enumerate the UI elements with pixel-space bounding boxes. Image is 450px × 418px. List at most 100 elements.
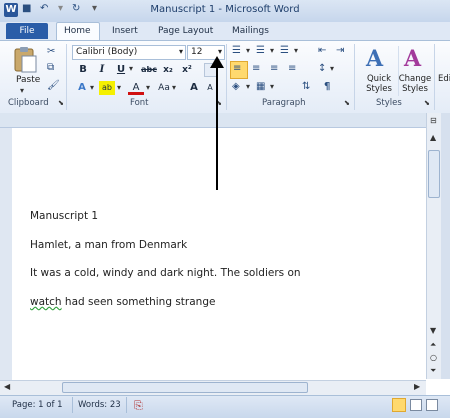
align-left-icon: ≡ [233,63,242,74]
highlight-icon[interactable]: ab [99,81,115,95]
clipboard-launcher-icon[interactable]: ⬊ [58,99,64,107]
status-divider [126,397,127,413]
change-case-dropdown-icon[interactable]: ▾ [172,83,176,92]
paste-icon[interactable] [12,46,38,74]
group-divider [66,44,67,110]
highlight-dropdown-icon[interactable]: ▾ [117,83,121,92]
next-page-icon[interactable]: ⏷ [430,366,436,376]
font-size-dropdown-icon[interactable]: ▾ [218,47,222,56]
tab-mailings[interactable]: Mailings [232,26,269,36]
tab-page-layout[interactable]: Page Layout [158,26,213,36]
svg-text:A: A [403,46,422,72]
numbering-dropdown-icon[interactable]: ▾ [270,46,274,55]
paste-dropdown-icon[interactable]: ▾ [20,86,24,95]
borders-dropdown-icon[interactable]: ▾ [270,82,274,91]
status-bar [0,395,450,418]
underline-button[interactable]: U [114,63,128,77]
copy-icon[interactable]: ⧉ [47,62,54,73]
justify-icon[interactable]: ≡ [288,63,296,74]
print-layout-view-icon[interactable] [392,398,406,412]
scroll-left-icon[interactable]: ◀ [4,382,10,391]
change-case-button[interactable]: Aa [156,81,172,95]
font-name-value: Calibri (Body) [76,47,138,57]
styles-launcher-icon[interactable]: ⬊ [424,99,430,107]
decrease-indent-icon[interactable]: ⇤ [318,45,326,56]
font-name-dropdown-icon[interactable]: ▾ [179,47,183,56]
subscript-button[interactable]: x₂ [161,63,175,77]
window-edge [441,113,450,379]
document-gutter [0,128,12,380]
quick-styles-icon[interactable]: A [364,44,388,72]
group-divider [354,44,355,110]
window-title: Manuscript 1 - Microsoft Word [150,4,300,15]
tab-insert[interactable]: Insert [112,26,138,36]
paragraph-launcher-icon[interactable]: ⬊ [344,99,350,107]
strikethrough-button[interactable]: abc [140,63,158,77]
font-name-box[interactable]: Calibri (Body) ▾ [72,45,186,60]
paragraph-group-label: Paragraph [262,98,306,108]
superscript-button[interactable]: x² [180,63,194,77]
numbering-icon[interactable]: ☰ [256,45,265,56]
browse-object-icon[interactable]: ○ [430,353,437,362]
document-line: watch had seen something strange [30,296,215,308]
font-color-icon[interactable]: A [128,81,144,95]
horizontal-scroll-thumb[interactable] [62,382,308,393]
paste-label[interactable]: Paste [16,75,40,85]
styles-group-label: Styles [376,98,402,108]
tab-file[interactable]: File [6,23,48,39]
cut-icon[interactable]: ✂ [47,46,55,57]
previous-page-icon[interactable]: ⏶ [430,340,436,350]
line-spacing-dropdown-icon[interactable]: ▾ [330,64,334,73]
document-line: It was a cold, windy and dark night. The… [30,267,301,279]
word-count[interactable]: Words: 23 [78,400,121,410]
bullets-dropdown-icon[interactable]: ▾ [246,46,250,55]
bullets-icon[interactable]: ☰ [232,45,241,56]
increase-indent-icon[interactable]: ⇥ [336,45,344,56]
change-styles-label[interactable]: Change Styles [398,74,432,94]
bold-button[interactable]: B [76,63,90,77]
quick-styles-label[interactable]: Quick Styles [362,74,396,94]
multilevel-list-dropdown-icon[interactable]: ▾ [294,46,298,55]
text-effects-icon[interactable]: A [74,81,90,95]
annotation-arrow [216,64,218,190]
full-screen-view-icon[interactable] [410,399,422,411]
annotation-arrow-head [210,56,224,68]
shading-icon[interactable]: ◈ [232,81,240,92]
tab-home[interactable]: Home [64,26,91,36]
svg-text:A: A [365,46,384,72]
vertical-scroll-thumb[interactable] [428,150,440,198]
page-count[interactable]: Page: 1 of 1 [12,400,63,410]
document-line: Hamlet, a man from Denmark [30,239,188,251]
status-divider [72,397,73,413]
sort-icon[interactable]: ⇅ [302,81,310,92]
web-layout-view-icon[interactable] [426,399,438,411]
font-color-dropdown-icon[interactable]: ▾ [146,83,150,92]
shading-dropdown-icon[interactable]: ▾ [246,82,250,91]
show-formatting-icon[interactable]: ¶ [324,81,330,92]
line-spacing-icon[interactable]: ↕ [318,63,326,74]
scroll-right-icon[interactable]: ▶ [414,382,420,391]
proofing-icon[interactable]: ⎘ [134,399,143,413]
ruler [0,113,450,128]
misspelled-word[interactable]: watch [30,296,62,308]
align-right-icon[interactable]: ≡ [270,63,278,74]
italic-button[interactable]: I [95,63,109,77]
group-divider [434,44,435,110]
change-styles-icon[interactable]: A [402,44,428,72]
align-center-icon[interactable]: ≡ [252,63,260,74]
text-effects-dropdown-icon[interactable]: ▾ [90,83,94,92]
group-divider [226,44,227,110]
clipboard-group-label: Clipboard [8,98,49,108]
borders-icon[interactable]: ▦ [256,81,265,92]
document-page[interactable] [0,128,426,380]
ruler-toggle-icon[interactable]: ⊟ [430,116,437,125]
align-left-button[interactable]: ≡ [230,61,248,79]
underline-dropdown-icon[interactable]: ▾ [129,64,133,73]
font-group-label: Font [130,98,149,108]
editing-label[interactable]: Edi [438,74,450,84]
grow-font-button[interactable]: A [186,81,202,95]
format-painter-icon[interactable]: 🖌 [47,80,60,91]
scroll-up-icon[interactable]: ▲ [430,133,436,142]
multilevel-list-icon[interactable]: ☰ [280,45,289,56]
scroll-down-icon[interactable]: ▼ [430,326,436,335]
